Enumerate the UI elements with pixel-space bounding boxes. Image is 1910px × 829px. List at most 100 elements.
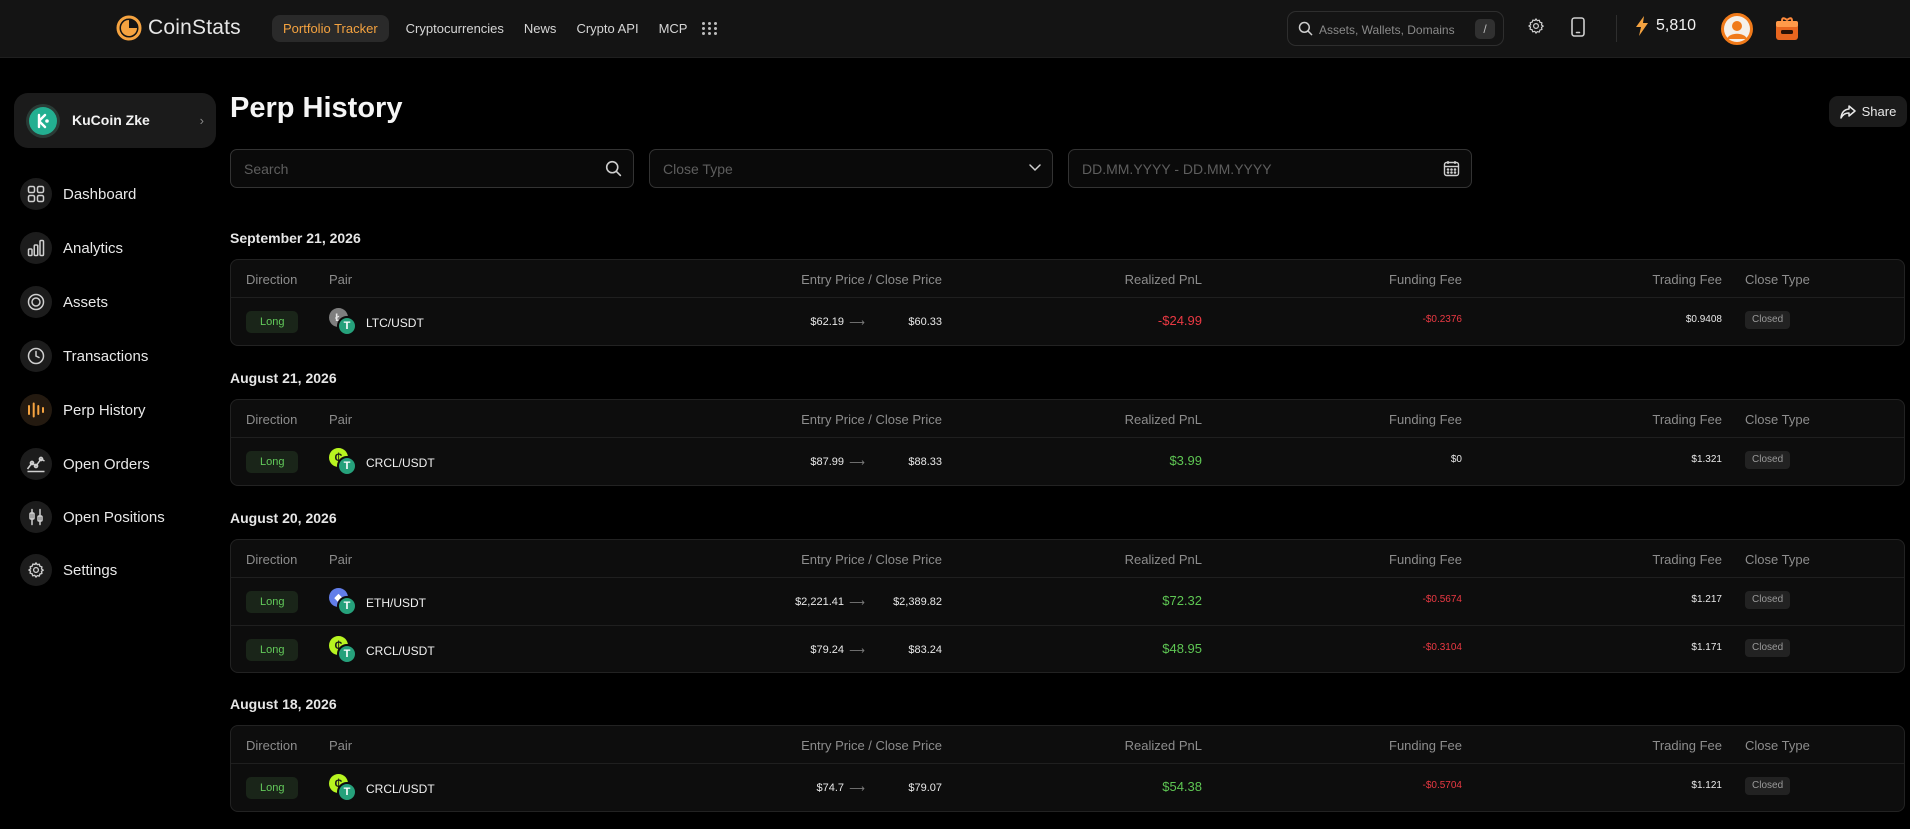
gift-icon[interactable] — [1775, 15, 1799, 41]
funding-fee: -$0.5674 — [1422, 594, 1462, 605]
table-row[interactable]: Long ₵ T CRCL/USDT $74.7 ⟶ $79.07 $54.38… — [231, 764, 1904, 811]
usdt-coin-icon: T — [337, 456, 357, 476]
coinstats-logo[interactable]: CoinStats — [116, 15, 241, 41]
share-button[interactable]: Share — [1829, 96, 1907, 127]
sidebar-item-label: Dashboard — [63, 185, 137, 203]
main-nav: Portfolio Tracker Cryptocurrencies News … — [272, 15, 719, 42]
search-input[interactable] — [244, 160, 574, 178]
points-value: 5,810 — [1656, 17, 1697, 34]
sidebar-item-open-orders[interactable]: Open Orders — [20, 447, 210, 481]
close-type-select[interactable]: Close Type — [649, 149, 1053, 188]
arrow-right-icon: ⟶ — [849, 457, 865, 469]
date-range-picker[interactable]: DD.MM.YYYY - DD.MM.YYYY — [1068, 149, 1472, 188]
top-bar: CoinStats Portfolio Tracker Cryptocurren… — [0, 0, 1910, 58]
nav-mcp[interactable]: MCP — [649, 15, 698, 42]
arrow-right-icon: ⟶ — [849, 783, 865, 795]
table-row[interactable]: Long ₵ T CRCL/USDT $87.99 ⟶ $88.33 $3.99… — [231, 438, 1904, 485]
nav-crypto-api[interactable]: Crypto API — [566, 15, 648, 42]
col-trading-fee: Trading Fee — [1652, 738, 1722, 753]
trade-group-card: Direction Pair Entry Price / Close Price… — [230, 539, 1905, 673]
share-icon — [1839, 104, 1856, 119]
col-close-type: Close Type — [1745, 738, 1810, 753]
account-name: KuCoin Zke — [72, 112, 150, 128]
sidebar-item-transactions[interactable]: Transactions — [20, 339, 210, 373]
user-icon — [1724, 16, 1750, 42]
col-trading-fee: Trading Fee — [1652, 272, 1722, 287]
dashboard-icon — [20, 178, 52, 210]
brand-name: CoinStats — [148, 16, 241, 39]
settings-gear-icon[interactable] — [1527, 17, 1545, 35]
col-close-type: Close Type — [1745, 412, 1810, 427]
apps-grid-icon[interactable] — [701, 20, 719, 38]
kucoin-logo-icon — [29, 107, 57, 135]
table-row[interactable]: Long ₵ T CRCL/USDT $79.24 ⟶ $83.24 $48.9… — [231, 625, 1904, 672]
account-selector[interactable]: KuCoin Zke › — [14, 93, 216, 148]
arrow-right-icon: ⟶ — [849, 597, 865, 609]
nav-portfolio-tracker[interactable]: Portfolio Tracker — [272, 15, 389, 42]
pair-icons: ₵ T — [329, 448, 359, 478]
pair-icons: ₵ T — [329, 774, 359, 804]
search-icon — [1298, 21, 1313, 36]
group-date: August 21, 2026 — [230, 370, 337, 386]
group-date: August 20, 2026 — [230, 510, 337, 526]
sidebar-item-assets[interactable]: Assets — [20, 285, 210, 319]
assets-icon — [20, 286, 52, 318]
chevron-right-icon: › — [199, 113, 204, 128]
pair-icons: Ł T — [329, 308, 359, 338]
sidebar-item-analytics[interactable]: Analytics — [20, 231, 210, 265]
sidebar-item-label: Analytics — [63, 239, 124, 257]
search-filter[interactable] — [230, 149, 634, 188]
col-realized-pnl: Realized PnL — [1124, 738, 1202, 753]
table-header: Direction Pair Entry Price / Close Price… — [231, 400, 1904, 438]
share-label: Share — [1861, 104, 1897, 119]
user-avatar[interactable] — [1721, 13, 1753, 45]
mobile-app-icon[interactable] — [1571, 17, 1585, 37]
close-price: $83.24 — [908, 644, 942, 656]
points-balance[interactable]: 5,810 — [1635, 16, 1696, 36]
trading-fee: $0.9408 — [1685, 314, 1722, 325]
col-realized-pnl: Realized PnL — [1124, 412, 1202, 427]
settings-icon — [20, 554, 52, 586]
close-type-badge: Closed — [1745, 591, 1791, 609]
pair-name: LTC/USDT — [366, 316, 424, 330]
col-direction: Direction — [246, 552, 298, 567]
sidebar-item-label: Open Positions — [63, 508, 165, 526]
sidebar-item-perp-history[interactable]: Perp History — [20, 393, 210, 427]
close-price: $88.33 — [908, 456, 942, 468]
sidebar-item-dashboard[interactable]: Dashboard — [20, 177, 210, 211]
trade-group-card: Direction Pair Entry Price / Close Price… — [230, 725, 1905, 812]
col-entry-close-price: Entry Price / Close Price — [801, 738, 942, 753]
close-price: $79.07 — [908, 782, 942, 794]
nav-news[interactable]: News — [514, 15, 567, 42]
close-price: $60.33 — [908, 316, 942, 328]
usdt-coin-icon: T — [337, 596, 357, 616]
table-header: Direction Pair Entry Price / Close Price… — [231, 260, 1904, 298]
pair-name: CRCL/USDT — [366, 456, 435, 470]
trading-fee: $1.321 — [1691, 454, 1722, 465]
group-date: September 21, 2026 — [230, 230, 361, 246]
col-entry-close-price: Entry Price / Close Price — [801, 552, 942, 567]
col-trading-fee: Trading Fee — [1652, 412, 1722, 427]
global-search-input[interactable] — [1319, 20, 1469, 40]
col-pair: Pair — [329, 412, 353, 427]
col-direction: Direction — [246, 738, 298, 753]
sidebar-item-settings[interactable]: Settings — [20, 553, 210, 587]
page-title: Perp History — [230, 92, 403, 124]
entry-price: $87.99 — [810, 456, 844, 468]
usdt-coin-icon: T — [337, 644, 357, 664]
nav-cryptocurrencies[interactable]: Cryptocurrencies — [396, 15, 514, 42]
sidebar-item-label: Settings — [63, 561, 118, 579]
close-type-badge: Closed — [1745, 451, 1791, 469]
table-row[interactable]: Long Ł T LTC/USDT $62.19 ⟶ $60.33 -$24.9… — [231, 298, 1904, 345]
sidebar-item-open-positions[interactable]: Open Positions — [20, 500, 210, 534]
table-row[interactable]: Long ◆ T ETH/USDT $2,221.41 ⟶ $2,389.82 … — [231, 578, 1904, 625]
funding-fee: -$0.2376 — [1422, 314, 1462, 325]
coinstats-logo-icon — [116, 15, 142, 41]
col-entry-close-price: Entry Price / Close Price — [801, 272, 942, 287]
direction-badge: Long — [246, 451, 299, 473]
lightning-icon — [1636, 16, 1648, 36]
perp-history-icon — [20, 394, 52, 426]
arrow-right-icon: ⟶ — [849, 317, 865, 329]
trade-group-card: Direction Pair Entry Price / Close Price… — [230, 399, 1905, 486]
global-search[interactable]: / — [1287, 11, 1504, 46]
